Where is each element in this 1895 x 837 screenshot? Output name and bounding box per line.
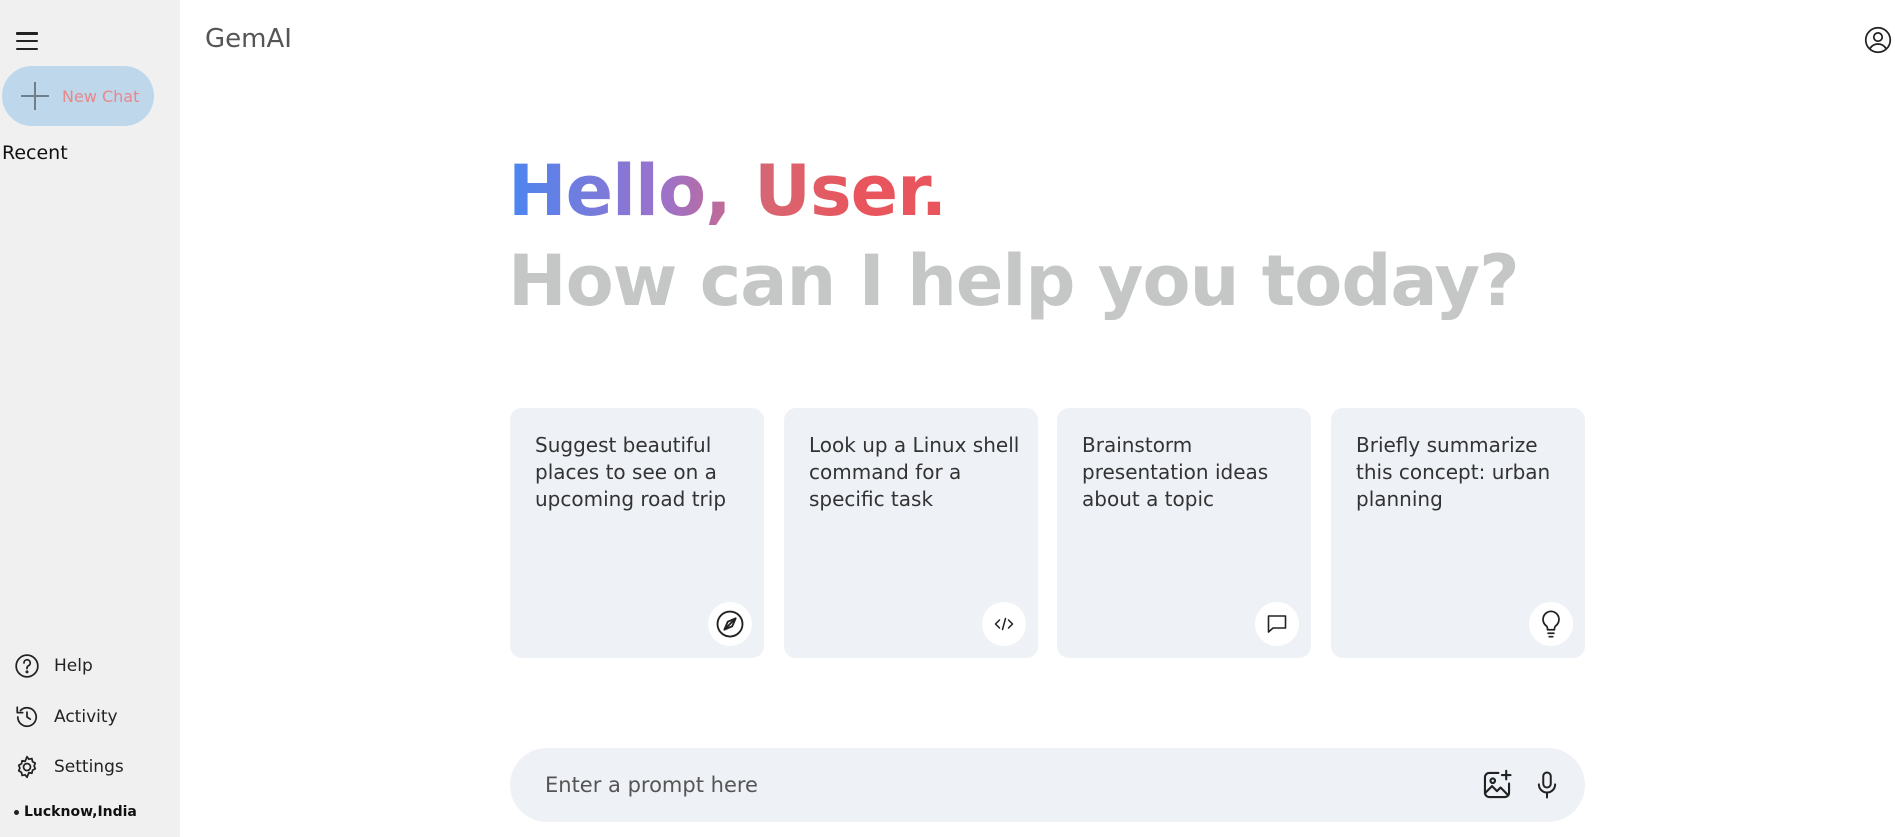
new-chat-button[interactable]: New Chat bbox=[2, 66, 154, 126]
card-text: Suggest beautiful places to see on a upc… bbox=[535, 433, 727, 511]
card-icon-wrapper bbox=[982, 602, 1026, 646]
add-image-icon[interactable] bbox=[1480, 768, 1514, 802]
greeting-subtitle: How can I help you today? bbox=[508, 240, 1520, 322]
card-icon-wrapper bbox=[1255, 602, 1299, 646]
lightbulb-icon bbox=[1542, 610, 1560, 638]
card-text: Briefly summarize this concept: urban pl… bbox=[1356, 433, 1551, 511]
code-icon bbox=[994, 617, 1014, 631]
suggestion-card-linux-command[interactable]: Look up a Linux shell command for a spec… bbox=[784, 408, 1038, 658]
sidebar-item-settings[interactable]: Settings bbox=[14, 754, 124, 780]
help-circle-icon bbox=[15, 654, 39, 678]
menu-icon[interactable] bbox=[14, 30, 40, 52]
sidebar: New Chat Recent Help Activity Settings L… bbox=[0, 0, 180, 837]
sidebar-item-help[interactable]: Help bbox=[14, 653, 93, 679]
app-title: GemAI bbox=[205, 24, 292, 54]
app-root: New Chat Recent Help Activity Settings L… bbox=[0, 0, 1895, 837]
recent-heading: Recent bbox=[2, 142, 68, 164]
plus-icon bbox=[20, 81, 50, 111]
suggestion-card-summarize[interactable]: Briefly summarize this concept: urban pl… bbox=[1331, 408, 1585, 658]
prompt-input[interactable] bbox=[545, 766, 1445, 804]
compass-icon bbox=[716, 610, 744, 638]
card-text: Brainstorm presentation ideas about a to… bbox=[1082, 433, 1269, 511]
history-icon bbox=[16, 706, 38, 728]
sidebar-item-activity[interactable]: Activity bbox=[14, 704, 118, 730]
prompt-bar bbox=[510, 748, 1585, 822]
card-text: Look up a Linux shell command for a spec… bbox=[809, 433, 1020, 511]
card-icon-wrapper bbox=[708, 602, 752, 646]
greeting-hello: Hello, User. bbox=[508, 150, 947, 232]
suggestion-card-brainstorm[interactable]: Brainstorm presentation ideas about a to… bbox=[1057, 408, 1311, 658]
location-indicator: Lucknow,India bbox=[14, 804, 137, 820]
sidebar-item-label: Help bbox=[54, 656, 93, 676]
location-text: Lucknow,India bbox=[24, 804, 137, 820]
gear-icon bbox=[17, 755, 37, 779]
sidebar-item-label: Settings bbox=[54, 757, 124, 777]
location-dot-icon bbox=[14, 809, 19, 815]
sidebar-item-label: Activity bbox=[54, 707, 118, 727]
suggestion-card-road-trip[interactable]: Suggest beautiful places to see on a upc… bbox=[510, 408, 764, 658]
message-icon bbox=[1267, 615, 1287, 633]
user-profile-icon[interactable] bbox=[1864, 26, 1892, 54]
new-chat-label: New Chat bbox=[62, 86, 140, 106]
microphone-icon[interactable] bbox=[1532, 768, 1562, 802]
card-icon-wrapper bbox=[1529, 602, 1573, 646]
